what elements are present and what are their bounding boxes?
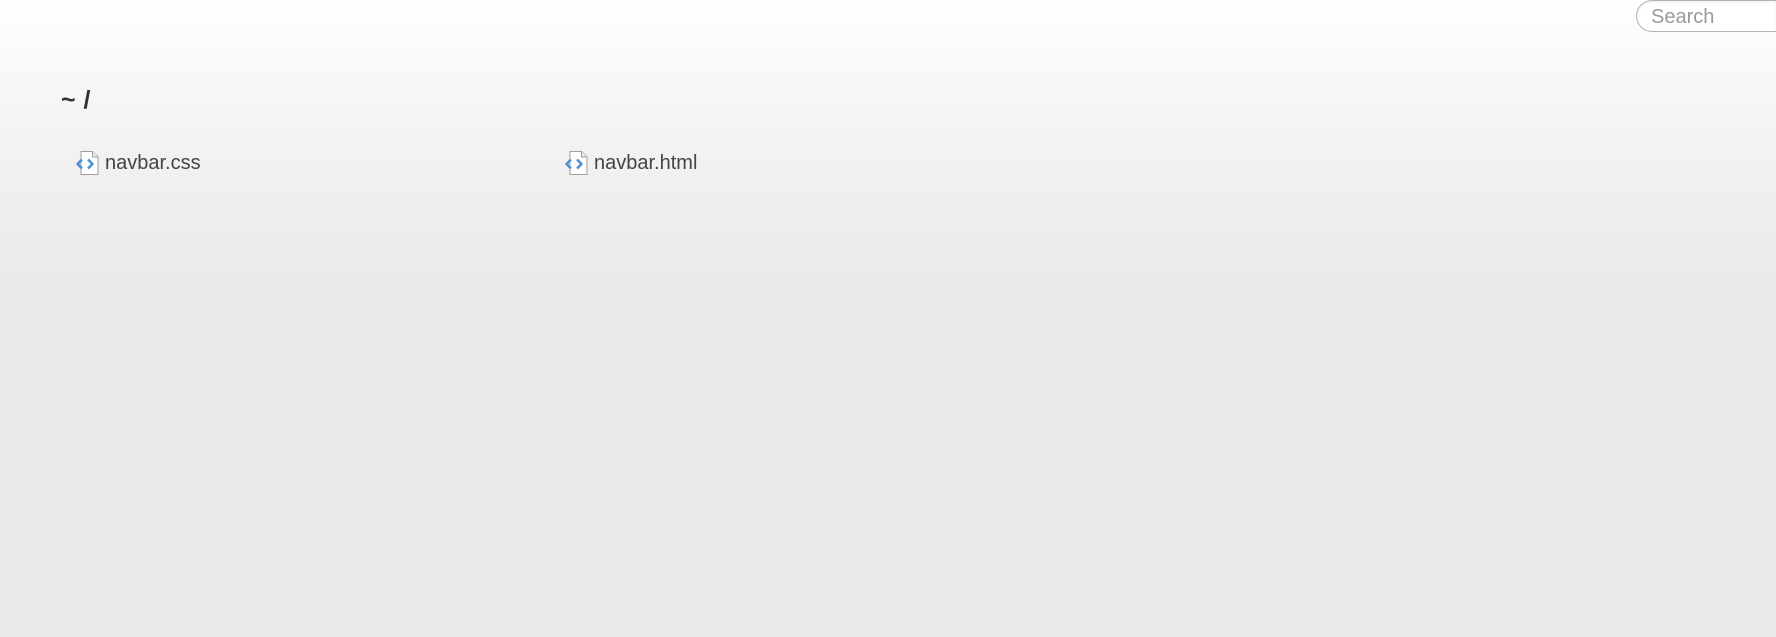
file-link[interactable]: navbar.html [594,152,697,175]
breadcrumb: ~ / [61,86,91,114]
file-item-navbar-css[interactable]: navbar.css [75,148,564,178]
code-file-icon [564,150,590,176]
file-list: navbar.css navbar.html [75,148,1053,178]
code-file-icon [75,150,101,176]
search-input[interactable] [1636,0,1776,32]
file-item-navbar-html[interactable]: navbar.html [564,148,1053,178]
search-box [1636,0,1776,33]
file-link[interactable]: navbar.css [105,152,201,175]
